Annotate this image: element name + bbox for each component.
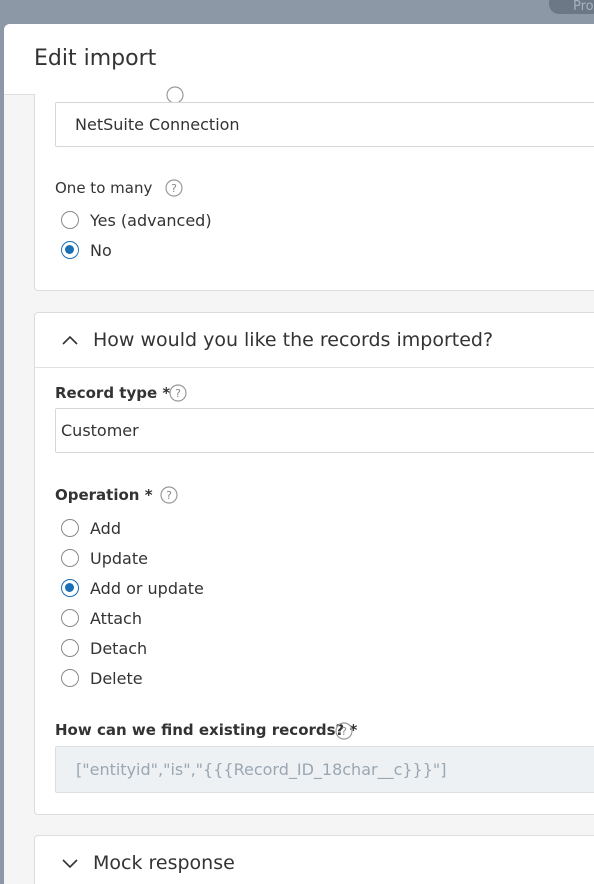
radio-label: Detach bbox=[90, 638, 148, 658]
radio-add[interactable]: Add bbox=[61, 518, 121, 538]
svg-text:?: ? bbox=[341, 725, 347, 738]
record-type-field[interactable]: Customer bbox=[55, 408, 594, 453]
radio-button[interactable] bbox=[61, 241, 79, 259]
drawer-header: Edit import bbox=[4, 24, 594, 95]
mock-response-panel: Mock response bbox=[34, 835, 594, 884]
records-section-header[interactable]: How would you like the records imported? bbox=[35, 313, 594, 368]
radio-update[interactable]: Update bbox=[61, 548, 148, 568]
help-icon[interactable]: ? bbox=[160, 486, 178, 504]
svg-text:?: ? bbox=[166, 489, 172, 502]
one-to-many-label: One to many bbox=[55, 179, 153, 197]
help-icon[interactable]: ? bbox=[165, 179, 183, 197]
connection-panel: NetSuite Connection One to many ? Yes (a… bbox=[34, 86, 594, 291]
radio-button[interactable] bbox=[61, 211, 79, 229]
radio-no[interactable]: No bbox=[61, 240, 112, 260]
find-existing-field: ["entityid","is","{{{Record_ID_18char__c… bbox=[55, 746, 594, 793]
radio-button[interactable] bbox=[61, 609, 79, 627]
radio-button[interactable] bbox=[61, 639, 79, 657]
records-import-panel: How would you like the records imported?… bbox=[34, 312, 594, 815]
radio-detach[interactable]: Detach bbox=[61, 638, 147, 658]
radio-button[interactable] bbox=[61, 669, 79, 687]
drawer-title: Edit import bbox=[34, 46, 157, 71]
radio-label: Delete bbox=[90, 668, 143, 688]
radio-delete[interactable]: Delete bbox=[61, 668, 143, 688]
help-icon[interactable]: ? bbox=[169, 384, 187, 402]
radio-label: Update bbox=[90, 548, 148, 568]
svg-text:?: ? bbox=[175, 387, 181, 400]
radio-button[interactable] bbox=[61, 519, 79, 537]
chevron-down-icon[interactable] bbox=[62, 857, 78, 869]
radio-add-or-update[interactable]: Add or update bbox=[61, 578, 204, 598]
edit-import-drawer: Edit import NetSuite Connection One to m… bbox=[4, 24, 594, 884]
chevron-up-icon[interactable] bbox=[62, 334, 78, 346]
connection-field[interactable]: NetSuite Connection bbox=[55, 102, 594, 147]
backdrop-tab: Pro bbox=[549, 0, 594, 14]
svg-text:?: ? bbox=[171, 182, 177, 195]
radio-label: Attach bbox=[90, 608, 142, 628]
radio-yes-advanced[interactable]: Yes (advanced) bbox=[61, 210, 212, 230]
radio-button[interactable] bbox=[61, 579, 79, 597]
record-type-label: Record type * bbox=[55, 384, 171, 402]
mock-section-title: Mock response bbox=[93, 852, 235, 874]
radio-button[interactable] bbox=[61, 549, 79, 567]
records-section-title: How would you like the records imported? bbox=[93, 329, 494, 351]
radio-label: Yes (advanced) bbox=[90, 210, 212, 230]
help-icon[interactable]: ? bbox=[335, 722, 353, 740]
find-existing-label: How can we find existing records? * bbox=[55, 721, 358, 739]
radio-label: Add bbox=[90, 518, 121, 538]
operation-label: Operation * bbox=[55, 486, 153, 504]
radio-label: Add or update bbox=[90, 578, 204, 598]
radio-attach[interactable]: Attach bbox=[61, 608, 142, 628]
radio-label: No bbox=[90, 240, 112, 260]
mock-section-header[interactable]: Mock response bbox=[35, 836, 594, 884]
